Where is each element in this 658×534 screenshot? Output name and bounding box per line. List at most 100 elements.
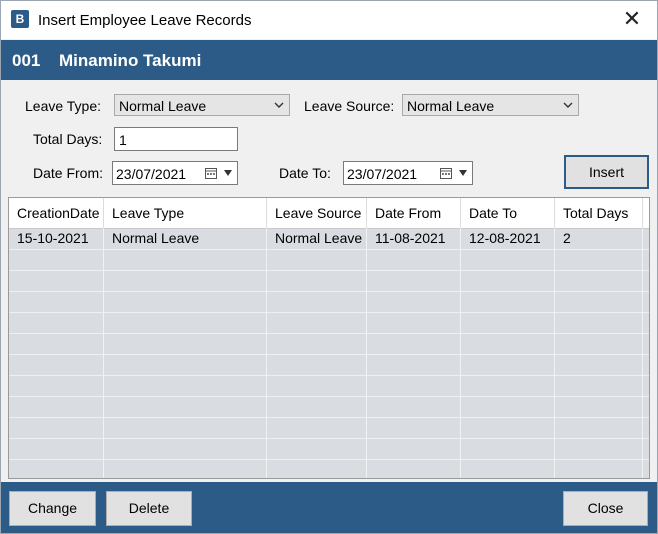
- empty-cell: [367, 417, 461, 438]
- table-row[interactable]: 15-10-2021 Normal Leave Normal Leave 11-…: [9, 228, 649, 250]
- empty-row: [9, 375, 649, 397]
- total-days-label: Total Days:: [33, 131, 103, 147]
- empty-cell: [461, 375, 555, 396]
- empty-row: [9, 312, 649, 334]
- column-header-date-to[interactable]: Date To: [461, 198, 555, 228]
- column-header-date-from[interactable]: Date From: [367, 198, 461, 228]
- empty-cell: [9, 312, 104, 333]
- date-to-label: Date To:: [279, 165, 331, 181]
- empty-cell: [367, 270, 461, 291]
- leave-type-value: Normal Leave: [119, 98, 207, 114]
- calendar-icon[interactable]: [205, 167, 217, 179]
- empty-cell: [555, 291, 643, 312]
- leave-source-value: Normal Leave: [407, 98, 495, 114]
- empty-cell: [367, 312, 461, 333]
- empty-row: [9, 417, 649, 439]
- change-button[interactable]: Change: [9, 491, 96, 526]
- empty-cell: [555, 249, 643, 270]
- cell-leave-source: Normal Leave: [267, 228, 367, 249]
- empty-cell: [104, 459, 267, 478]
- date-to-value: 23/07/2021: [347, 166, 418, 182]
- empty-cell: [555, 459, 643, 478]
- leave-source-label: Leave Source:: [304, 98, 395, 114]
- app-logo-icon: B: [11, 10, 29, 28]
- column-header-creation-date[interactable]: CreationDate: [9, 198, 104, 228]
- empty-cell: [461, 270, 555, 291]
- empty-cell: [461, 354, 555, 375]
- empty-cell: [104, 438, 267, 459]
- empty-cell: [267, 354, 367, 375]
- date-from-value: 23/07/2021: [116, 166, 187, 182]
- empty-cell: [367, 396, 461, 417]
- column-header-total-days[interactable]: Total Days: [555, 198, 643, 228]
- empty-cell: [9, 354, 104, 375]
- insert-button[interactable]: Insert: [564, 155, 649, 189]
- empty-cell: [9, 375, 104, 396]
- empty-cell: [267, 459, 367, 478]
- employee-banner: 001 Minamino Takumi: [1, 40, 657, 80]
- title-bar: B Insert Employee Leave Records ✕: [1, 1, 657, 39]
- empty-cell: [461, 438, 555, 459]
- empty-cell: [555, 417, 643, 438]
- grid-header: CreationDate Leave Type Leave Source Dat…: [9, 198, 649, 229]
- leave-type-label: Leave Type:: [25, 98, 102, 114]
- empty-cell: [104, 333, 267, 354]
- empty-cell: [555, 312, 643, 333]
- leave-records-grid[interactable]: CreationDate Leave Type Leave Source Dat…: [8, 197, 650, 479]
- empty-cell: [104, 375, 267, 396]
- close-button[interactable]: Close: [563, 491, 648, 526]
- cell-creation-date: 15-10-2021: [9, 228, 104, 249]
- delete-button[interactable]: Delete: [106, 491, 192, 526]
- chevron-down-icon: [274, 102, 284, 108]
- dropdown-arrow-icon[interactable]: [223, 169, 233, 177]
- empty-cell: [9, 249, 104, 270]
- empty-cell: [267, 249, 367, 270]
- empty-cell: [461, 291, 555, 312]
- empty-cell: [367, 459, 461, 478]
- empty-cell: [9, 417, 104, 438]
- cell-date-to: 12-08-2021: [461, 228, 555, 249]
- close-window-icon[interactable]: ✕: [621, 7, 643, 31]
- date-from-label: Date From:: [33, 165, 104, 181]
- empty-cell: [367, 249, 461, 270]
- total-days-input[interactable]: 1: [114, 127, 238, 151]
- window-title: Insert Employee Leave Records: [38, 12, 252, 29]
- chevron-down-icon: [563, 102, 573, 108]
- empty-row: [9, 249, 649, 271]
- empty-cell: [9, 291, 104, 312]
- empty-row: [9, 459, 649, 478]
- empty-cell: [555, 375, 643, 396]
- empty-cell: [367, 333, 461, 354]
- empty-cell: [555, 438, 643, 459]
- leave-form: Leave Type: Normal Leave Leave Source: N…: [1, 80, 657, 192]
- empty-cell: [555, 333, 643, 354]
- empty-cell: [9, 396, 104, 417]
- dropdown-arrow-icon[interactable]: [458, 169, 468, 177]
- column-header-leave-source[interactable]: Leave Source: [267, 198, 367, 228]
- dialog-window: B Insert Employee Leave Records ✕ 001 Mi…: [0, 0, 658, 534]
- cell-date-from: 11-08-2021: [367, 228, 461, 249]
- empty-cell: [461, 417, 555, 438]
- empty-row: [9, 333, 649, 355]
- column-header-leave-type[interactable]: Leave Type: [104, 198, 267, 228]
- date-from-picker[interactable]: 23/07/2021: [112, 161, 238, 185]
- empty-cell: [267, 333, 367, 354]
- leave-source-select[interactable]: Normal Leave: [402, 94, 579, 116]
- empty-cell: [461, 459, 555, 478]
- leave-type-select[interactable]: Normal Leave: [114, 94, 290, 116]
- employee-name: Minamino Takumi: [59, 51, 202, 70]
- empty-cell: [367, 438, 461, 459]
- empty-cell: [267, 291, 367, 312]
- empty-cell: [555, 396, 643, 417]
- empty-cell: [104, 291, 267, 312]
- empty-cell: [461, 333, 555, 354]
- calendar-icon[interactable]: [440, 167, 452, 179]
- empty-cell: [461, 396, 555, 417]
- total-days-value: 1: [119, 132, 127, 148]
- empty-cell: [461, 312, 555, 333]
- date-to-picker[interactable]: 23/07/2021: [343, 161, 473, 185]
- empty-cell: [267, 417, 367, 438]
- cell-total-days: 2: [555, 228, 643, 249]
- empty-cell: [104, 417, 267, 438]
- footer-bar: Change Delete Close: [1, 482, 657, 533]
